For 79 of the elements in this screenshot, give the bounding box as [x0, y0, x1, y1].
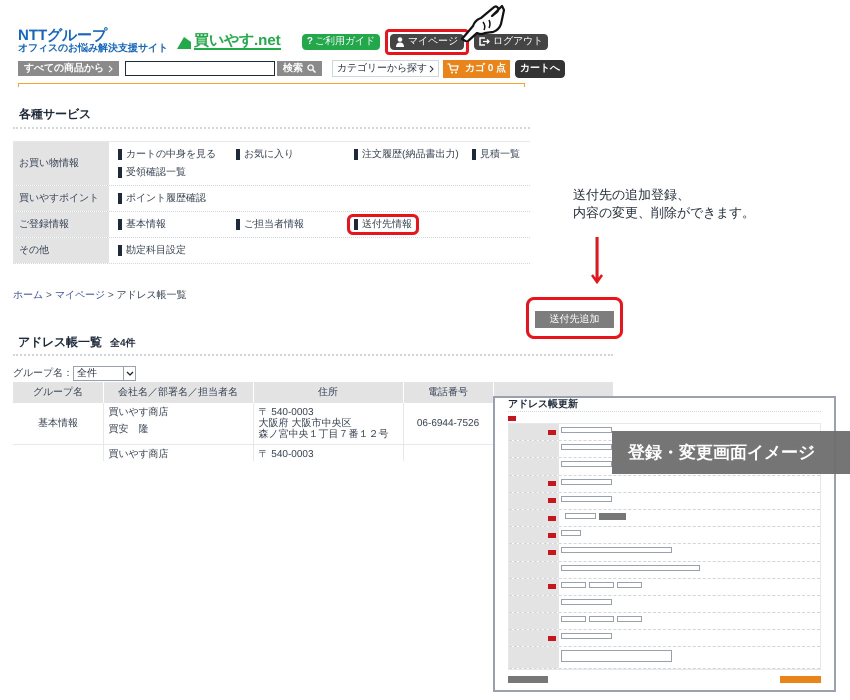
- logo-text: NTTグループ: [18, 28, 108, 43]
- input-field[interactable]: [561, 582, 586, 588]
- search-icon: [307, 64, 316, 73]
- result-count: 全4件: [110, 336, 136, 350]
- cart-icon: [447, 63, 459, 74]
- input-field[interactable]: [561, 547, 672, 554]
- caption-text: 登録・変更画面イメージ: [628, 442, 815, 464]
- input-field[interactable]: [561, 496, 612, 502]
- arrow: [591, 237, 603, 284]
- table-cell-text: 森ノ宮中央１丁目７番１２号: [258, 428, 390, 440]
- filter-label: グループ名：: [13, 366, 73, 380]
- section-heading: アドレス帳一覧: [18, 334, 102, 350]
- breadcrumb-current: アドレス帳一覧: [116, 288, 187, 302]
- input-field[interactable]: [561, 478, 612, 485]
- table-cell-text: 〒 540-0003: [258, 448, 315, 460]
- section-heading: 各種サービス: [18, 106, 92, 122]
- row-header-cell: お買い物情報: [13, 142, 109, 184]
- service-link[interactable]: お気に入り: [236, 148, 294, 160]
- mypage-button[interactable]: マイページ: [390, 34, 464, 50]
- cart-button[interactable]: カートへ: [515, 60, 566, 78]
- table-cell-text: 大阪府 大阪市中央区: [258, 418, 352, 428]
- service-link[interactable]: 基本情報: [118, 218, 166, 230]
- row-header-cell: 買いやすポイント: [13, 186, 109, 210]
- annotation-text: 内容の変更、削除ができます。: [573, 204, 755, 222]
- input-field[interactable]: [561, 444, 612, 450]
- table-cell-text: 買安 隆: [108, 424, 150, 436]
- service-link[interactable]: 送付先情報: [354, 218, 412, 230]
- service-link[interactable]: カートの中身を見る: [118, 148, 216, 160]
- input-field[interactable]: [561, 461, 612, 468]
- logout-icon: [479, 37, 490, 46]
- table-cell: 基本情報: [38, 418, 78, 428]
- next-button[interactable]: [780, 676, 821, 684]
- service-link[interactable]: 注文履歴(納品書出力): [354, 148, 459, 160]
- table-cell-text: 〒 540-0003: [258, 406, 315, 418]
- input-field[interactable]: [561, 616, 586, 622]
- text-area[interactable]: [561, 650, 672, 662]
- select-field[interactable]: [561, 530, 581, 536]
- breadcrumb-link[interactable]: ホーム: [13, 288, 43, 302]
- annotation-text: 送付先の追加登録、: [573, 186, 691, 204]
- service-link[interactable]: 勘定科目設定: [118, 244, 186, 256]
- form-title: アドレス帳更新: [508, 399, 579, 410]
- back-button[interactable]: [508, 676, 548, 684]
- breadcrumb-separator: >: [46, 288, 52, 302]
- logo-tagline: オフィスのお悩み解決支援サイト: [18, 43, 168, 56]
- group-select[interactable]: 全件: [73, 366, 136, 380]
- column-header: 会社名／部署名／担当者名: [103, 382, 253, 402]
- input-field[interactable]: [617, 582, 642, 588]
- required-badge: [508, 416, 516, 421]
- table-cell: 06-6944-7526: [416, 418, 480, 428]
- chevron-icon: [108, 64, 113, 72]
- input-field[interactable]: [561, 564, 700, 570]
- column-header: 住所: [253, 382, 403, 402]
- table-cell-text: 買いやす商店: [108, 406, 170, 418]
- input-field[interactable]: [589, 582, 614, 588]
- service-link[interactable]: ご担当者情報: [236, 218, 304, 230]
- person-icon: [396, 36, 404, 46]
- lookup-button[interactable]: [599, 512, 626, 520]
- logout-button[interactable]: ログアウト: [474, 34, 548, 50]
- add-address-button[interactable]: 送付先追加: [535, 310, 614, 328]
- column-header: グループ名: [13, 382, 103, 402]
- input-field[interactable]: [561, 598, 612, 605]
- service-link[interactable]: 受領確認一覧: [118, 166, 186, 178]
- row-header-cell: ご登録情報: [13, 212, 109, 236]
- breadcrumb-link[interactable]: マイページ: [54, 288, 105, 302]
- input-field[interactable]: [617, 616, 642, 622]
- breadcrumb-separator: >: [108, 288, 114, 302]
- service-link[interactable]: 見積一覧: [472, 148, 520, 160]
- input-field[interactable]: [561, 633, 612, 640]
- service-link[interactable]: ポイント履歴確認: [118, 192, 206, 204]
- table-cell-text: 買いやす商店: [108, 448, 170, 460]
- site-logo-text: 買いやす.net: [194, 32, 281, 50]
- input-field[interactable]: [589, 616, 614, 622]
- input-field[interactable]: [561, 427, 612, 433]
- chevron-icon: [429, 64, 434, 72]
- row-header-cell: その他: [13, 238, 109, 262]
- input-field[interactable]: [565, 512, 596, 519]
- category-button[interactable]: カテゴリーから探す: [332, 60, 439, 77]
- search-field[interactable]: [125, 61, 275, 76]
- cart-count: カゴ 0 点: [465, 62, 506, 76]
